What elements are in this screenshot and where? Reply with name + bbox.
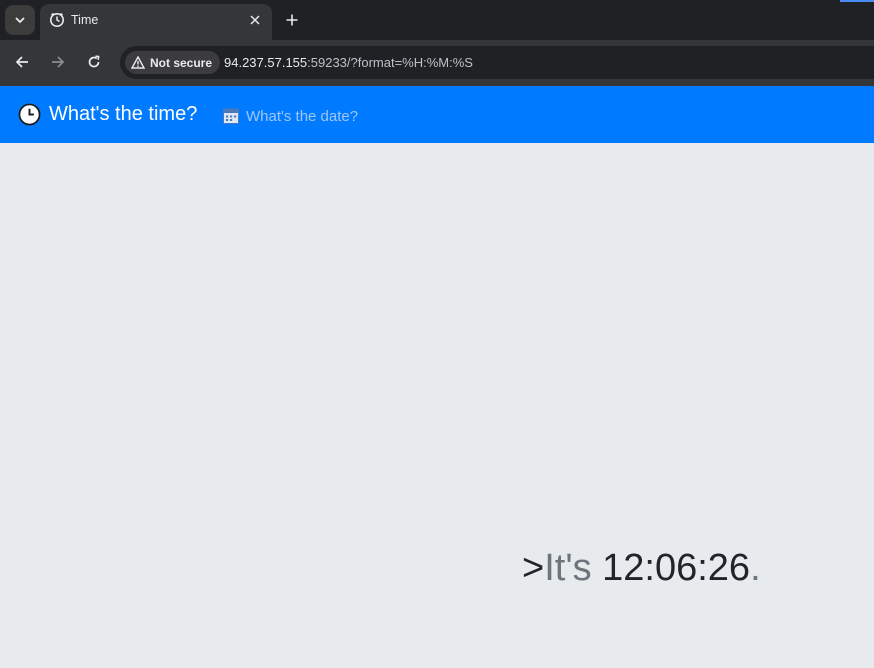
- browser-toolbar: Not secure 94.237.57.155:59233/?format=%…: [0, 40, 874, 86]
- browser-tab[interactable]: Time: [40, 4, 272, 40]
- new-tab-button[interactable]: [280, 8, 304, 32]
- tab-search-button[interactable]: [5, 5, 35, 35]
- current-time: 12:06:26: [602, 547, 751, 589]
- date-link-label: What's the date?: [246, 107, 359, 125]
- arrow-left-icon: [15, 56, 28, 68]
- forward-button[interactable]: [46, 50, 70, 74]
- plus-icon: [286, 14, 298, 26]
- navbar-brand[interactable]: What's the time?: [18, 103, 197, 126]
- chevron-down-icon: [15, 17, 25, 24]
- clock-favicon-icon: [50, 12, 64, 27]
- url-path: :59233/?format=%H:%M:%S: [307, 55, 473, 70]
- calendar-icon: [223, 108, 239, 124]
- address-bar[interactable]: Not secure 94.237.57.155:59233/?format=%…: [120, 46, 874, 79]
- lead-text: It's: [544, 547, 592, 589]
- close-icon: [250, 15, 260, 25]
- clock-icon: [18, 103, 41, 126]
- warning-icon: [131, 56, 145, 69]
- url-text[interactable]: 94.237.57.155:59233/?format=%H:%M:%S: [224, 55, 473, 70]
- date-nav-link[interactable]: What's the date?: [222, 107, 358, 125]
- time-suffix: .: [750, 547, 761, 589]
- security-label: Not secure: [150, 55, 213, 70]
- prefix-char: >: [522, 547, 545, 589]
- time-display: >It's 12:06:26.: [522, 547, 761, 590]
- reload-button[interactable]: [82, 50, 106, 74]
- url-host: 94.237.57.155: [224, 55, 308, 70]
- reload-icon: [88, 55, 100, 68]
- window-accent: [840, 0, 874, 2]
- main-content: >It's 12:06:26.: [0, 143, 874, 668]
- tab-close-button[interactable]: [246, 11, 264, 29]
- brand-label: What's the time?: [49, 103, 198, 125]
- tab-title: Time: [71, 13, 99, 27]
- tab-strip: Time: [0, 0, 874, 40]
- security-chip[interactable]: Not secure: [125, 51, 221, 74]
- site-navbar: What's the time? What's the date?: [0, 86, 874, 143]
- arrow-right-icon: [52, 56, 65, 68]
- back-button[interactable]: [10, 50, 34, 74]
